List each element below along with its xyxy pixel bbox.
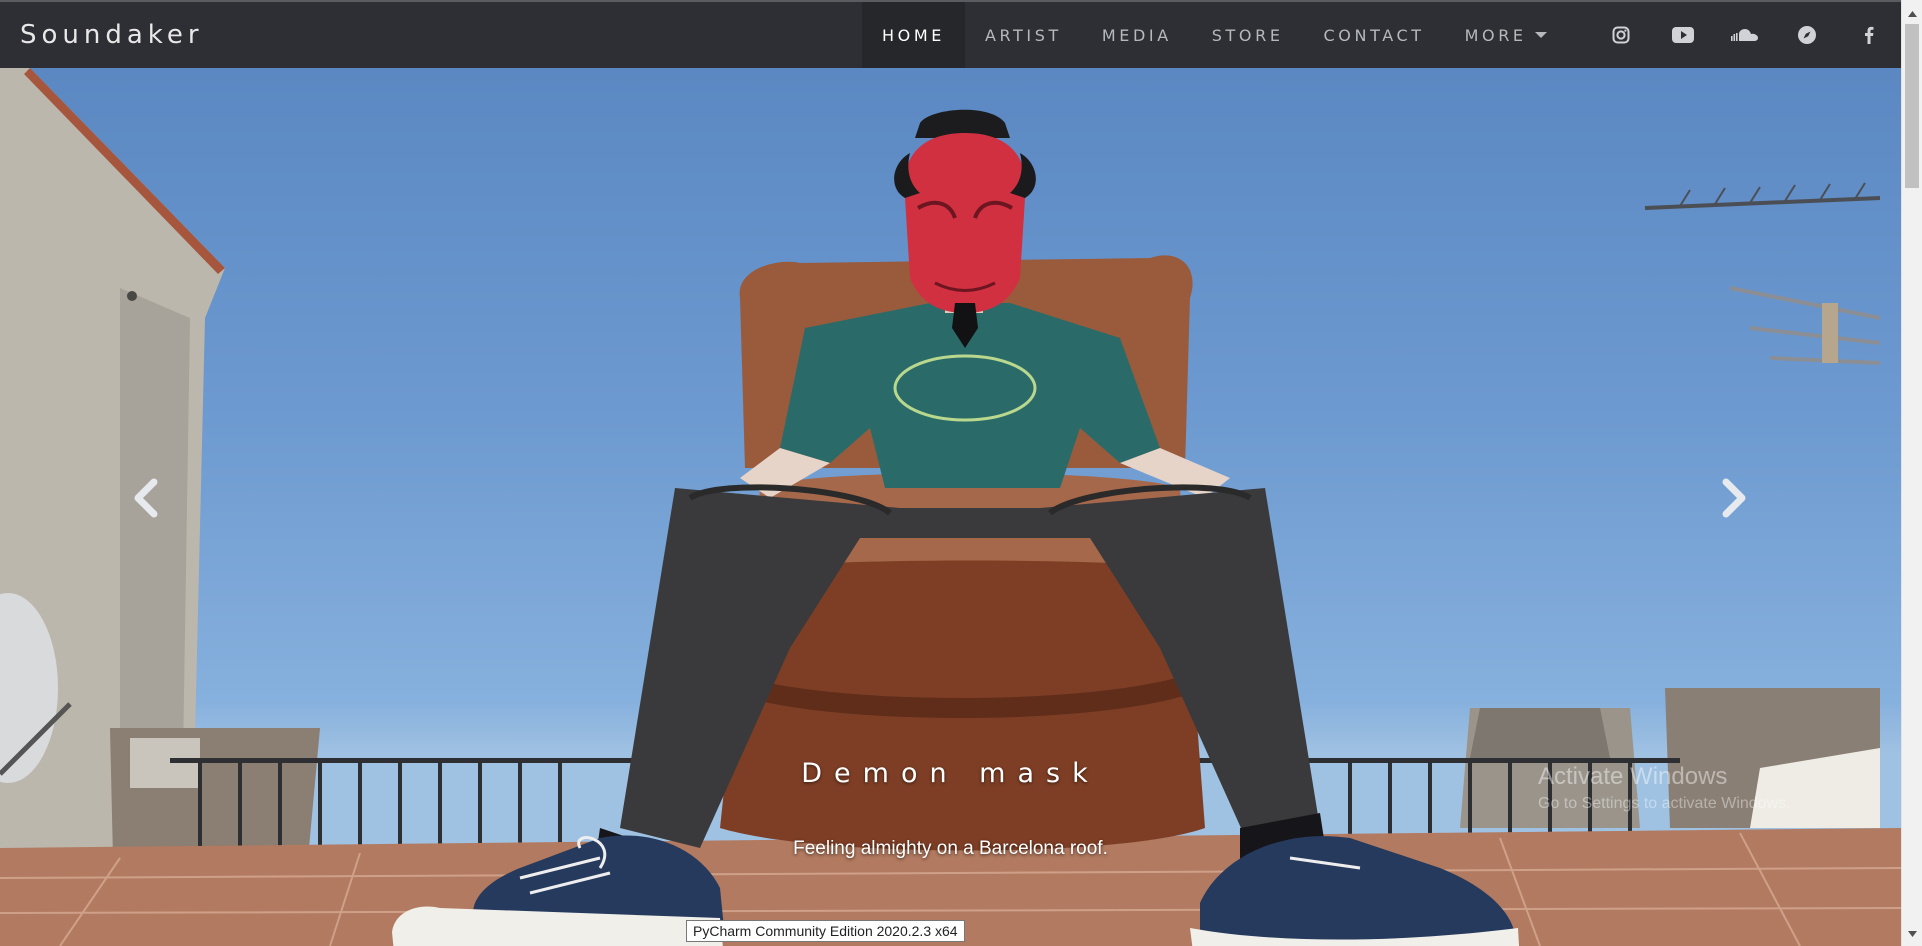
nav-item-media[interactable]: MEDIA [1082,2,1192,68]
youtube-icon[interactable] [1652,2,1714,68]
taskbar-tooltip: PyCharm Community Edition 2020.2.3 x64 [686,920,965,942]
carousel-next-button[interactable] [1705,458,1765,538]
brand-logo[interactable]: Soundaker [20,20,204,50]
carousel-slide-image [0,68,1901,946]
caret-down-icon [1534,32,1547,38]
top-navbar: Soundaker HOME ARTIST MEDIA STORE CONTAC… [0,0,1901,68]
chevron-left-icon [134,478,158,518]
instagram-icon[interactable] [1590,2,1652,68]
nav-item-store[interactable]: STORE [1192,2,1304,68]
hero-carousel: Demon mask Feeling almighty on a Barcelo… [0,68,1901,946]
nav-item-more-label: MORE [1464,25,1527,45]
scroll-down-arrow-icon[interactable] [1902,924,1922,944]
facebook-icon[interactable] [1838,2,1900,68]
social-links [1590,2,1900,68]
scroll-up-arrow-icon[interactable] [1902,4,1922,24]
nav-menu: HOME ARTIST MEDIA STORE CONTACT MORE [862,2,1567,68]
carousel-caption-text: Feeling almighty on a Barcelona roof. [793,838,1108,859]
windows-activation-subtext: Go to Settings to activate Windows. [1538,795,1791,812]
nav-item-contact[interactable]: CONTACT [1304,2,1445,68]
carousel-prev-button[interactable] [115,458,175,538]
scrollbar-thumb[interactable] [1905,24,1919,188]
chevron-right-icon [1722,478,1746,518]
windows-activation-watermark: Activate Windows [1538,763,1728,790]
vertical-scrollbar[interactable] [1901,0,1922,946]
soundcloud-icon[interactable] [1714,2,1776,68]
nav-item-home[interactable]: HOME [862,2,965,68]
compass-icon[interactable] [1776,2,1838,68]
nav-item-more[interactable]: MORE [1445,2,1567,68]
nav-item-artist[interactable]: ARTIST [965,2,1082,68]
